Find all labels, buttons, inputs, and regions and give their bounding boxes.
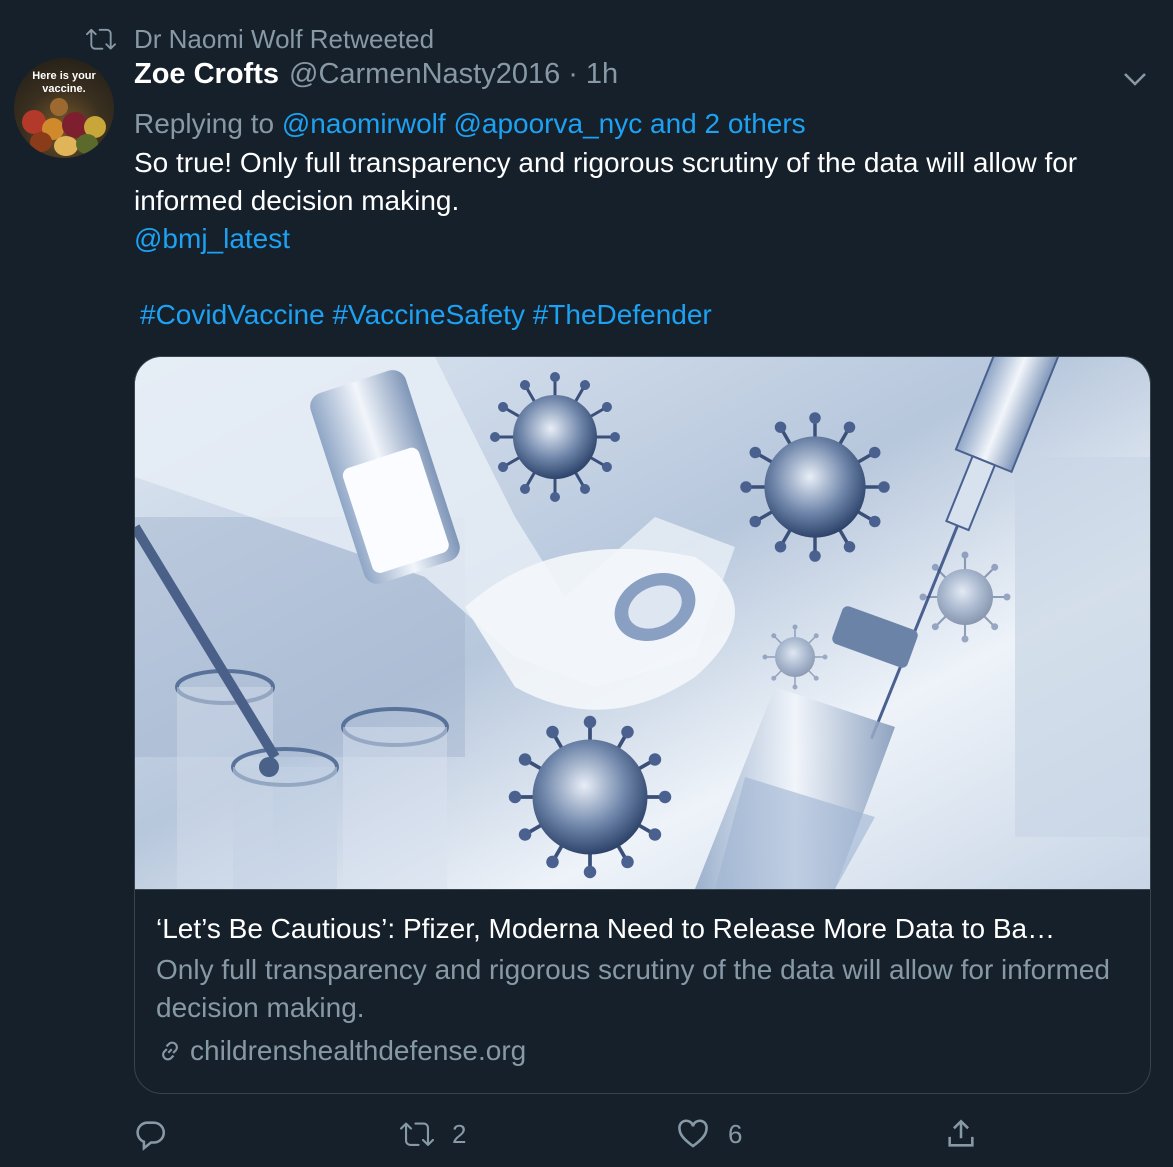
- avatar-fruit: [76, 134, 98, 154]
- card-image[interactable]: [135, 357, 1150, 890]
- hashtags[interactable]: #CovidVaccine #VaccineSafety #TheDefende…: [134, 296, 1154, 334]
- card-body: ‘Let’s Be Cautious’: Pfizer, Moderna Nee…: [156, 909, 1136, 1071]
- tweet-content: Zoe Crofts @CarmenNasty2016 · 1h Replyin…: [134, 58, 1154, 334]
- like-button[interactable]: 6: [676, 1112, 742, 1156]
- link-card[interactable]: ‘Let’s Be Cautious’: Pfizer, Moderna Nee…: [134, 356, 1151, 1094]
- timestamp[interactable]: 1h: [586, 58, 618, 91]
- card-domain: childrenshealthdefense.org: [156, 1031, 1136, 1071]
- retweet-count: 2: [452, 1118, 467, 1149]
- user-handle[interactable]: @CarmenNasty2016: [289, 58, 560, 91]
- avatar-fruit: [30, 132, 52, 152]
- tweet[interactable]: Dr Naomi Wolf Retweeted Here is your vac…: [0, 0, 1173, 1167]
- mention-link[interactable]: @bmj_latest: [134, 220, 1154, 258]
- tweet-header: Zoe Crofts @CarmenNasty2016 · 1h: [134, 58, 1154, 104]
- tweet-text: So true! Only full transparency and rigo…: [134, 147, 1078, 216]
- reply-button[interactable]: [134, 1112, 186, 1156]
- retweet-banner-text[interactable]: Dr Naomi Wolf Retweeted: [134, 24, 434, 55]
- replying-to-label: Replying to: [134, 108, 275, 139]
- heart-icon: [678, 1119, 708, 1148]
- avatar-caption: Here is your vaccine.: [32, 70, 96, 95]
- share-button[interactable]: [944, 1112, 978, 1156]
- card-title: ‘Let’s Be Cautious’: Pfizer, Moderna Nee…: [156, 913, 1056, 944]
- avatar[interactable]: Here is your vaccine.: [14, 58, 114, 158]
- replying-to-mentions[interactable]: @naomirwolf @apoorva_nyc and 2 others: [282, 108, 806, 139]
- separator-dot: ·: [568, 58, 578, 90]
- link-icon: [162, 1041, 178, 1061]
- like-count: 6: [728, 1118, 743, 1149]
- avatar-fruit: [50, 98, 68, 116]
- reply-context: Replying to @naomirwolf @apoorva_nyc and…: [134, 104, 1154, 144]
- chevron-down-icon[interactable]: [1120, 64, 1150, 94]
- card-description: Only full transparency and rigorous scru…: [156, 954, 1110, 1023]
- reply-icon: [136, 1121, 166, 1151]
- tweet-actions: 2 6: [134, 1112, 1014, 1156]
- vaccine-lab-image: [135, 357, 1150, 889]
- retweet-button[interactable]: 2: [400, 1112, 466, 1156]
- retweet-icon: [400, 1122, 434, 1146]
- card-domain-text: childrenshealthdefense.org: [190, 1035, 527, 1066]
- display-name[interactable]: Zoe Crofts: [134, 58, 279, 91]
- retweet-banner: Dr Naomi Wolf Retweeted: [86, 22, 434, 56]
- retweet-icon: [86, 28, 116, 50]
- share-icon: [948, 1119, 974, 1147]
- avatar-fruit: [54, 136, 78, 156]
